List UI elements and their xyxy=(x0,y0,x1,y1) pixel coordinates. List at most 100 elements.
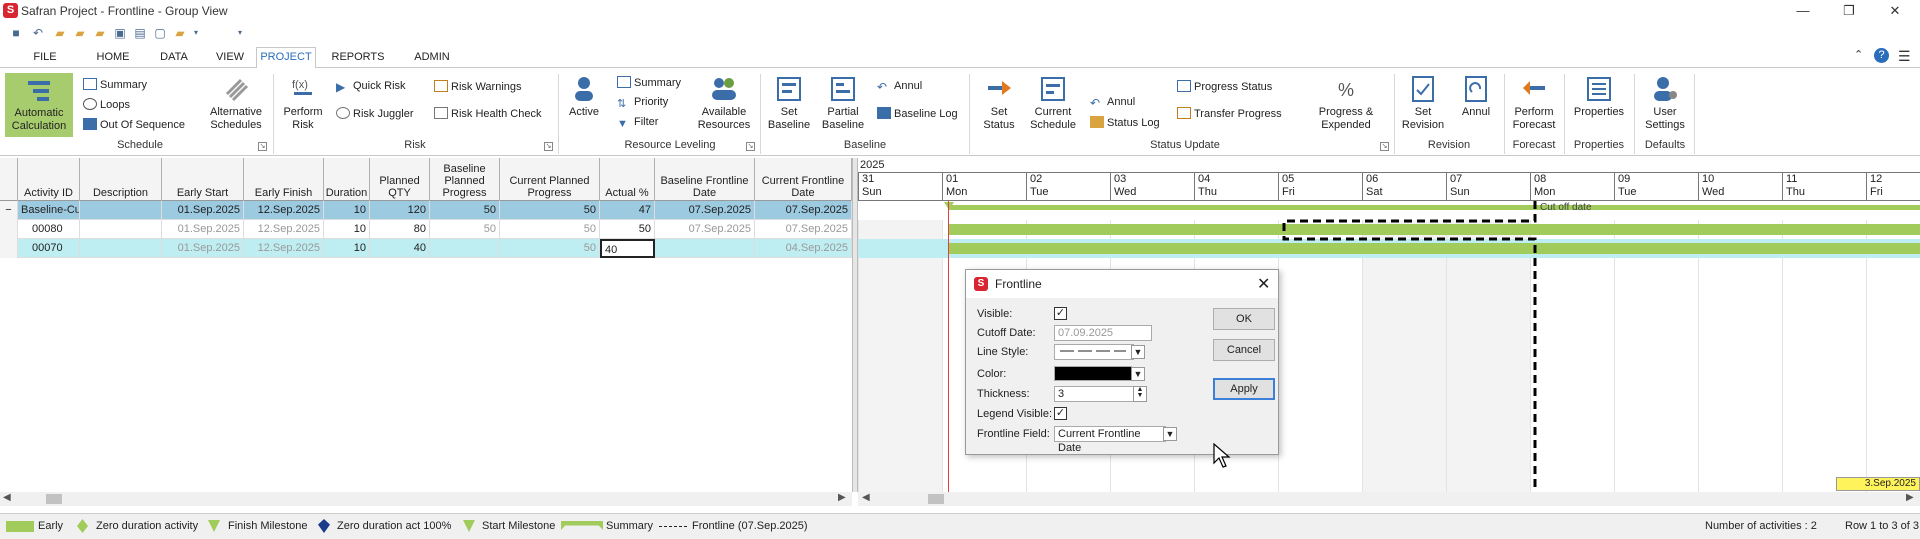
close-window-button[interactable]: ✕ xyxy=(1880,2,1910,20)
cell-baseline-planned-progress[interactable]: 50 xyxy=(430,201,500,220)
column-header-planned-qty[interactable]: Planned QTY xyxy=(370,158,430,201)
column-header-current-planned-progress[interactable]: Current Planned Progress xyxy=(500,158,600,201)
folder-dropdown-icon[interactable]: ▰ xyxy=(172,25,188,41)
scroll-thumb[interactable] xyxy=(928,494,944,504)
cell-early-start[interactable]: 01.Sep.2025 xyxy=(162,239,244,258)
cell-duration[interactable]: 10 xyxy=(324,239,370,258)
available-resources-button[interactable]: Available Resources xyxy=(693,74,755,132)
perform-forecast-button[interactable]: Perform Forecast xyxy=(1508,74,1560,132)
table-row[interactable]: − Baseline-Cur 01.Sep.2025 12.Sep.2025 1… xyxy=(0,201,852,220)
line-style-select[interactable] xyxy=(1054,344,1134,360)
summary-button[interactable]: Summary xyxy=(83,78,147,92)
loops-button[interactable]: Loops xyxy=(83,98,130,112)
cell-baseline-frontline-date[interactable]: 07.Sep.2025 xyxy=(655,220,755,239)
tab-file[interactable]: FILE xyxy=(25,48,65,68)
tab-admin[interactable]: ADMIN xyxy=(410,48,454,68)
cell-planned-qty[interactable]: 120 xyxy=(370,201,430,220)
current-schedule-button[interactable]: Current Schedule xyxy=(1028,74,1078,132)
set-status-button[interactable]: Set Status xyxy=(973,74,1025,132)
print-icon[interactable]: ▤ xyxy=(132,25,148,41)
partial-baseline-button[interactable]: Partial Baseline xyxy=(818,74,868,132)
new-folder-icon[interactable]: ▰ xyxy=(52,25,68,41)
cell-planned-qty[interactable]: 80 xyxy=(370,220,430,239)
risk-juggler-button[interactable]: Risk Juggler xyxy=(336,107,414,121)
column-header-early-start[interactable]: Early Start xyxy=(162,158,244,201)
schedule-launcher-icon[interactable]: ↘ xyxy=(258,142,267,151)
color-select[interactable] xyxy=(1054,366,1132,381)
cancel-button[interactable]: Cancel xyxy=(1213,339,1275,361)
thickness-stepper[interactable]: 3 xyxy=(1054,386,1134,402)
cell-current-frontline-date[interactable]: 04.Sep.2025 xyxy=(755,239,852,258)
out-of-sequence-button[interactable]: Out Of Sequence xyxy=(83,118,185,132)
cell-activity-id[interactable]: 00080 xyxy=(18,220,80,239)
cell-early-finish[interactable]: 12.Sep.2025 xyxy=(244,220,324,239)
risk-health-check-button[interactable]: Risk Health Check xyxy=(434,107,541,121)
column-header-activity-id[interactable]: Activity ID xyxy=(18,158,80,201)
cell-baseline-frontline-date[interactable] xyxy=(655,239,755,258)
cell-description[interactable] xyxy=(80,239,162,258)
tab-project[interactable]: PROJECT xyxy=(256,47,316,69)
scroll-left-icon[interactable]: ◀ xyxy=(3,492,11,503)
set-revision-button[interactable]: Set Revision xyxy=(1398,74,1448,132)
undo-icon[interactable]: ↶ xyxy=(30,25,46,41)
column-header-actual-percent[interactable]: Actual % xyxy=(600,158,655,201)
chevron-down-icon[interactable]: ▼ xyxy=(1163,427,1177,441)
tab-view[interactable]: VIEW xyxy=(212,48,248,68)
cell-early-start[interactable]: 01.Sep.2025 xyxy=(162,201,244,220)
gantt-horizontal-scrollbar[interactable]: ◀ ▶ xyxy=(858,492,1920,506)
cutoff-date-field[interactable]: 07.09.2025 xyxy=(1054,325,1152,341)
tab-reports[interactable]: REPORTS xyxy=(330,48,386,68)
cell-actual-percent[interactable]: 47 xyxy=(600,201,655,220)
cell-early-start[interactable]: 01.Sep.2025 xyxy=(162,220,244,239)
collapse-icon[interactable]: − xyxy=(0,201,18,220)
tab-data[interactable]: DATA xyxy=(155,48,193,68)
column-header-current-frontline-date[interactable]: Current Frontline Date xyxy=(755,158,852,201)
ok-button[interactable]: OK xyxy=(1213,308,1275,330)
chevron-down-icon[interactable]: ▼ xyxy=(1131,345,1145,359)
cell-duration[interactable]: 10 xyxy=(324,201,370,220)
cell-actual-percent[interactable]: 50 xyxy=(600,220,655,239)
cell-baseline-planned-progress[interactable]: 50 xyxy=(430,220,500,239)
save-icon[interactable]: ■ xyxy=(8,25,24,41)
revision-annul-button[interactable]: Annul xyxy=(1452,74,1500,119)
table-row[interactable]: 00080 01.Sep.2025 12.Sep.2025 10 80 50 5… xyxy=(0,220,852,239)
cell-current-planned-progress[interactable]: 50 xyxy=(500,239,600,258)
cell-planned-qty[interactable]: 40 xyxy=(370,239,430,258)
baseline-log-button[interactable]: Baseline Log xyxy=(877,107,958,121)
scroll-thumb[interactable] xyxy=(46,494,62,504)
cell-description[interactable] xyxy=(80,201,162,220)
tab-home[interactable]: HOME xyxy=(92,48,134,68)
cell-current-planned-progress[interactable]: 50 xyxy=(500,201,600,220)
status-annul-button[interactable]: ↶ Annul xyxy=(1090,96,1135,109)
filter-button[interactable]: ▼ Filter xyxy=(617,116,658,130)
spin-buttons-icon[interactable]: ▲ ▼ xyxy=(1133,386,1147,402)
customize-toolbar-icon[interactable]: ▾ xyxy=(232,25,248,41)
visible-checkbox[interactable]: ✓ xyxy=(1054,307,1067,320)
preview-icon[interactable]: ▢ xyxy=(152,25,168,41)
column-header-baseline-frontline-date[interactable]: Baseline Frontline Date xyxy=(655,158,755,201)
cell-current-frontline-date[interactable]: 07.Sep.2025 xyxy=(755,220,852,239)
column-header-early-finish[interactable]: Early Finish xyxy=(244,158,324,201)
restore-button[interactable]: ❐ xyxy=(1834,2,1864,20)
progress-status-button[interactable]: Progress Status xyxy=(1177,80,1272,94)
dialog-title-bar[interactable]: S Frontline ✕ xyxy=(966,270,1278,298)
perform-risk-button[interactable]: f(x) Perform Risk xyxy=(278,74,328,132)
user-settings-button[interactable]: User Settings xyxy=(1638,74,1692,132)
scroll-left-icon[interactable]: ◀ xyxy=(862,492,870,503)
chevron-down-icon[interactable]: ▾ xyxy=(188,25,204,41)
quick-risk-button[interactable]: ▶ Quick Risk xyxy=(336,80,406,93)
cell-early-finish[interactable]: 12.Sep.2025 xyxy=(244,239,324,258)
collapse-ribbon-icon[interactable]: ⌃ xyxy=(1854,48,1863,61)
cell-baseline-planned-progress[interactable] xyxy=(430,239,500,258)
scroll-right-icon[interactable]: ▶ xyxy=(838,492,846,503)
chevron-down-icon[interactable]: ▼ xyxy=(1131,367,1145,381)
frontline-field-select[interactable]: Current Frontline Date xyxy=(1054,426,1166,454)
help-icon[interactable]: ? xyxy=(1874,48,1889,63)
cell-current-planned-progress[interactable]: 50 xyxy=(500,220,600,239)
column-header-duration[interactable]: Duration xyxy=(324,158,370,201)
properties-button[interactable]: Properties xyxy=(1568,74,1630,119)
cell-activity-id[interactable]: Baseline-Cur xyxy=(18,201,80,220)
transfer-progress-button[interactable]: Transfer Progress xyxy=(1177,107,1282,121)
alternative-schedules-button[interactable]: Alternative Schedules xyxy=(204,74,268,132)
resource-summary-button[interactable]: Summary xyxy=(617,76,681,90)
